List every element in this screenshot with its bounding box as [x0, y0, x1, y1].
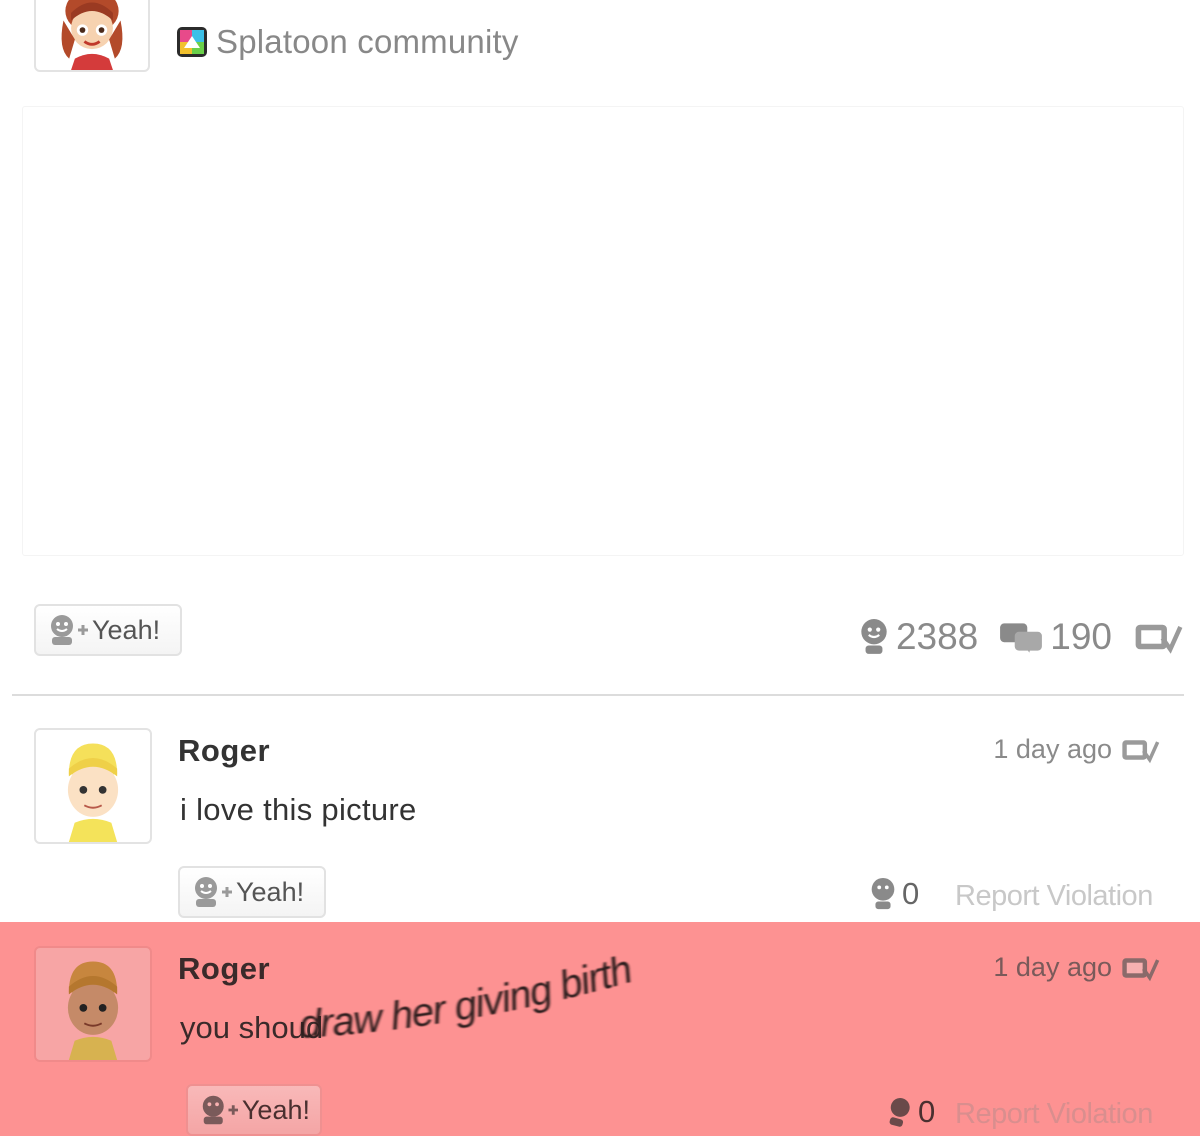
post-yeah-count-value: 2388 [895, 616, 979, 657]
comment-2-avatar[interactable] [34, 946, 152, 1062]
community-name: Splatoon community [216, 23, 519, 60]
comment-2-time-text: 1 day ago [993, 952, 1112, 982]
comment-1-yeah-label: Yeah! [236, 876, 305, 907]
comment-1-yeah-count: 0 [868, 876, 919, 912]
comment-1-avatar[interactable] [34, 728, 152, 844]
yeah-count-icon [861, 619, 887, 654]
comment-2-text-warped: draw her giving birth [298, 947, 637, 1046]
post-author-avatar[interactable] [34, 0, 150, 72]
comment-1-report-violation[interactable]: Report Violation [955, 880, 1153, 913]
comment-2-yeah-count: 0 [884, 1094, 935, 1130]
post-stats: 2388 190 [858, 612, 1184, 662]
post-yeah-count: 2388 [858, 616, 978, 658]
feeling-icon [1122, 957, 1160, 981]
comment-1-time-text: 1 day ago [993, 734, 1112, 764]
comment-2-yeah-button[interactable]: Yeah! [186, 1084, 322, 1136]
community-icon [177, 27, 207, 57]
yeah-count-icon [871, 877, 895, 910]
comment-2-yeah-label: Yeah! [241, 1094, 310, 1125]
comment-1-body: i love this picture [180, 792, 417, 827]
mii-brown-avatar-image [67, 961, 119, 1060]
comments-icon [1000, 623, 1043, 653]
yeah-icon [195, 877, 232, 907]
community-link[interactable]: Splatoon community [176, 22, 519, 62]
comment-1-yeah-button[interactable]: Yeah! [178, 866, 326, 918]
post-yeah-label: Yeah! [92, 614, 161, 645]
svg-text:draw her giving birth: draw her giving birth [298, 947, 636, 1046]
comment-1-username[interactable]: Roger [178, 733, 270, 769]
yeah-icon [202, 1095, 239, 1125]
comment-2-yeah-count-value: 0 [918, 1094, 936, 1129]
comment-2-body: you shoud draw her giving birth [180, 947, 637, 1046]
yeah-count-icon [889, 1097, 910, 1127]
yeah-icon [51, 615, 88, 645]
post-comment-count: 190 [998, 616, 1112, 658]
mii-girl-avatar-image [61, 0, 123, 70]
post-divider [12, 694, 1184, 696]
mii-blonde-avatar-image [67, 743, 119, 842]
comment-2-report-violation[interactable]: Report Violation [955, 1098, 1153, 1131]
feeling-icon [1122, 739, 1160, 763]
comment-2-timestamp: 1 day ago [993, 952, 1160, 983]
post-comment-count-value: 190 [1050, 616, 1112, 657]
post-drawing[interactable] [22, 106, 1184, 556]
spoiler-icon [1135, 624, 1183, 654]
comment-1-yeah-count-value: 0 [902, 876, 920, 911]
post-yeah-button[interactable]: Yeah! [34, 604, 182, 656]
comment-1-timestamp: 1 day ago [993, 734, 1160, 765]
spoiler-toggle[interactable] [1132, 618, 1184, 656]
